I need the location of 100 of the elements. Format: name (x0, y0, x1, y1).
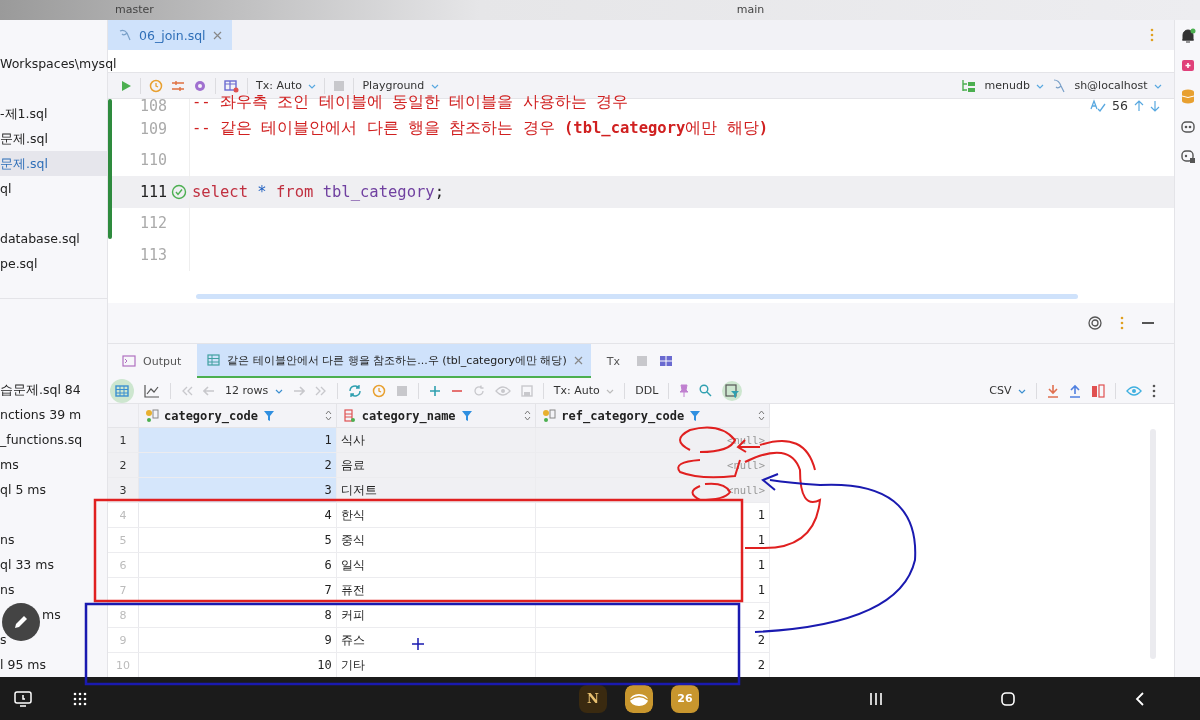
apps-grid-icon[interactable] (72, 690, 88, 707)
transaction-dropdown[interactable]: Tx: Auto (553, 384, 615, 397)
robot-chat-icon[interactable] (1179, 148, 1196, 164)
table-cell: 1 (757, 583, 765, 597)
project-tree-item[interactable]: ql (0, 176, 107, 201)
add-row-icon[interactable] (428, 384, 441, 397)
result-tab[interactable]: Output (118, 344, 186, 378)
history-icon[interactable] (149, 78, 163, 93)
schema-dropdown[interactable]: menudb (984, 79, 1045, 92)
home-icon[interactable] (1000, 690, 1016, 707)
target-icon[interactable] (1088, 316, 1102, 330)
filter-panel-icon[interactable] (722, 380, 743, 401)
service-item[interactable]: 습문제.sql 84 (0, 377, 107, 402)
download-icon[interactable] (1047, 383, 1059, 398)
settings-icon[interactable] (193, 78, 207, 93)
stop-icon[interactable] (395, 384, 408, 397)
service-item[interactable]: ql 5 ms (0, 477, 107, 502)
sliders-icon[interactable] (171, 78, 185, 93)
arrow-up-icon[interactable] (1134, 99, 1144, 112)
eye-icon[interactable] (494, 384, 511, 397)
table-icon[interactable] (224, 78, 239, 93)
run-icon[interactable] (120, 79, 132, 92)
arrow-left-icon[interactable] (203, 385, 215, 396)
inspection-count[interactable]: 56 (1112, 98, 1128, 113)
close-icon[interactable] (573, 355, 583, 365)
close-icon[interactable] (212, 30, 222, 40)
stop-icon[interactable] (636, 355, 648, 367)
service-item[interactable]: ns (0, 577, 107, 602)
service-item[interactable]: l 95 ms (0, 652, 107, 677)
column-header[interactable]: category_name (361, 408, 456, 423)
schema-icon (960, 78, 977, 93)
filter-icon[interactable] (460, 409, 473, 422)
table-cell: 중식 (340, 531, 365, 549)
eye-icon[interactable] (1126, 384, 1142, 397)
ddl-button[interactable]: DDL (635, 384, 659, 397)
bell-icon[interactable] (1179, 28, 1196, 44)
service-item[interactable]: ms (0, 602, 107, 627)
project-tree-item[interactable]: database.sql (0, 226, 107, 251)
vcs-branch-label[interactable]: main (736, 3, 765, 16)
project-tree-item[interactable]: Workspaces\mysql (0, 51, 117, 76)
project-tree-item[interactable]: 문제.sql (0, 126, 107, 151)
horizontal-scrollbar[interactable] (196, 294, 1078, 299)
project-tree-item[interactable]: pe.sql (0, 251, 107, 276)
service-item[interactable]: _functions.sq (0, 427, 107, 452)
arrow-down-icon[interactable] (1150, 99, 1160, 112)
upload-icon[interactable] (1069, 383, 1081, 398)
branch-label[interactable]: master (115, 3, 154, 16)
chevron-down-icon (1154, 83, 1162, 89)
rows-dropdown[interactable]: 12 rows (225, 384, 283, 397)
service-item[interactable]: ns (0, 527, 107, 552)
column-header[interactable]: category_code (163, 408, 258, 423)
table-view-icon[interactable] (110, 378, 134, 403)
project-tree-item[interactable]: 문제.sql (0, 151, 107, 176)
table-cell: 커피 (340, 606, 365, 624)
table-cell: 9 (324, 633, 332, 647)
assistant-icon[interactable] (1179, 58, 1196, 74)
save-icon[interactable] (520, 384, 533, 397)
recent-apps-icon[interactable] (868, 690, 884, 707)
robot-icon[interactable] (1179, 118, 1196, 134)
compare-icon[interactable] (1091, 383, 1105, 398)
search-icon[interactable] (699, 384, 713, 397)
pin-icon[interactable] (679, 383, 690, 398)
service-item[interactable]: ms (0, 452, 107, 477)
minimize-icon[interactable] (1142, 321, 1154, 325)
sort-icon[interactable] (324, 410, 332, 421)
service-item[interactable]: s (0, 627, 107, 652)
browser-app-icon[interactable] (625, 684, 653, 713)
row-number: 4 (119, 508, 127, 522)
more-icon[interactable] (1152, 383, 1156, 398)
notes-app-icon[interactable]: N (579, 684, 607, 713)
first-page-icon[interactable] (181, 385, 193, 396)
connection-dropdown[interactable]: sh@localhost (1074, 79, 1162, 92)
last-page-icon[interactable] (314, 385, 327, 396)
table-cell: 1 (324, 433, 332, 447)
column-header[interactable]: ref_category_code (561, 408, 685, 423)
revert-icon[interactable] (472, 384, 485, 397)
table-cell: 4 (324, 508, 332, 522)
transaction-dropdown[interactable]: Tx: Auto (256, 79, 317, 92)
database-icon[interactable] (1179, 88, 1196, 104)
chart-icon[interactable] (144, 383, 160, 398)
arrow-right-icon[interactable] (292, 385, 305, 396)
sort-icon[interactable] (758, 410, 765, 421)
filter-icon[interactable] (262, 409, 275, 422)
spellcheck-icon[interactable] (1090, 98, 1107, 113)
history-icon[interactable] (371, 383, 386, 398)
screen-icon[interactable] (14, 690, 32, 707)
stop-icon[interactable] (333, 79, 346, 92)
row-number: 10 (115, 658, 130, 672)
sort-icon[interactable] (524, 410, 532, 421)
service-item[interactable]: nctions 39 m (0, 402, 107, 427)
layout-icon[interactable] (660, 356, 672, 366)
project-tree-item[interactable]: -제1.sql (0, 101, 107, 126)
file-tab[interactable]: 06_join.sql (108, 20, 232, 50)
refresh-icon[interactable] (347, 383, 362, 398)
mode-dropdown[interactable]: Playground (362, 79, 439, 92)
result-tab[interactable]: 같은 테이블안에서 다른 행을 참조하는...우 (tbl_category에만 해당) (197, 344, 591, 378)
export-format-dropdown[interactable]: CSV (989, 384, 1026, 397)
result-tab[interactable]: Tx (602, 344, 624, 378)
filter-icon[interactable] (689, 409, 702, 422)
service-item[interactable]: ql 33 ms (0, 552, 107, 577)
